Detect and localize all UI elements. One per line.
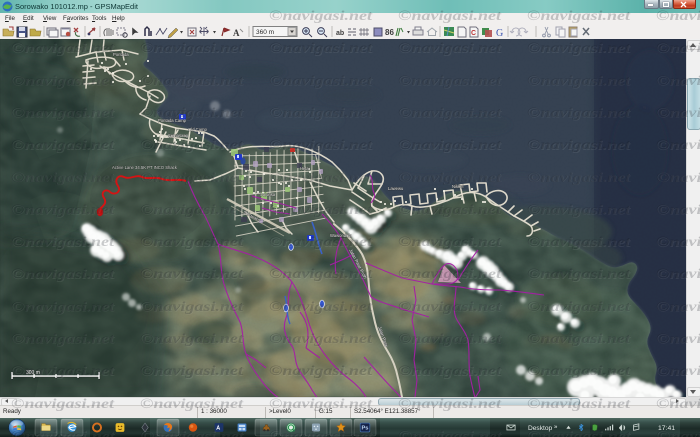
svg-text:Helai: Helai [300,166,310,171]
svg-text:A: A [233,28,240,38]
svg-text:Pontada Camp: Pontada Camp [158,118,187,123]
svg-text:C: C [471,30,476,37]
svg-text:360 m: 360 m [256,29,274,36]
svg-text:Lawewu: Lawewu [388,186,404,191]
svg-text:Ps: Ps [361,426,368,432]
svg-text:Pontada: Pontada [113,52,129,57]
svg-text:Desktop: Desktop [528,425,553,432]
svg-text:Sumasang: Sumasang [168,133,189,138]
svg-text:86: 86 [385,28,394,37]
svg-text:Wawondula: Wawondula [330,233,352,238]
svg-text:17:41: 17:41 [658,425,675,432]
svg-text:Nikkel: Nikkel [452,184,463,189]
svg-text:Salonsa: Salonsa [260,192,276,197]
svg-text:ab: ab [336,30,344,37]
svg-text:G: G [496,28,503,39]
svg-text:300 m: 300 m [26,370,40,376]
svg-text:Old Camp: Old Camp [188,127,208,132]
svg-text:Active Lane 34.5K PT INCO Shac: Active Lane 34.5K PT INCO Shack [112,165,178,170]
